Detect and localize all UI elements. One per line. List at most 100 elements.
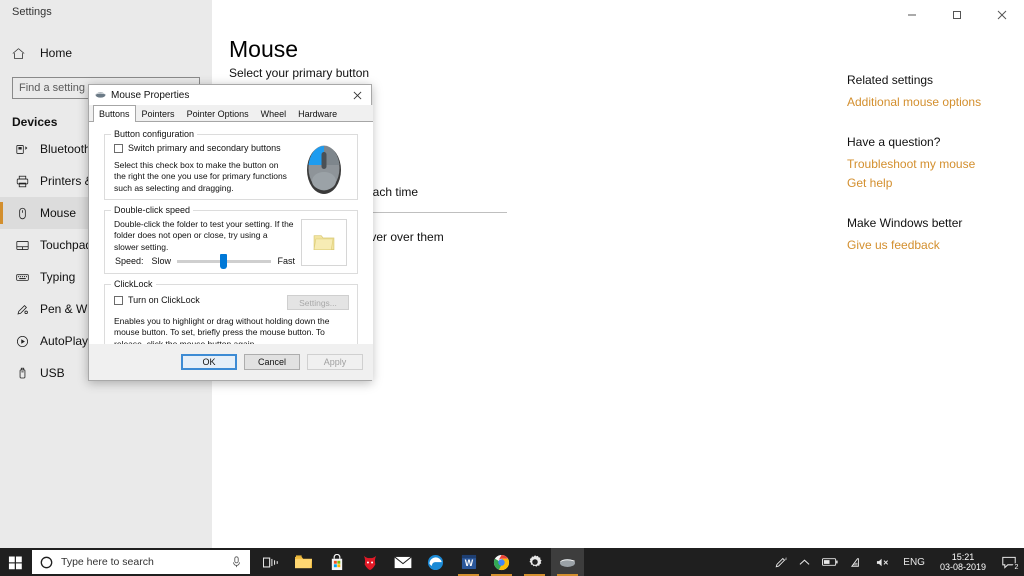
sidebar-item-label: Mouse: [40, 206, 76, 220]
dialog-body: Button configuration Switch primary and …: [89, 122, 373, 346]
window-title: Settings: [12, 6, 52, 18]
double-click-slider-row: Speed: Slow Fast: [115, 256, 295, 266]
button-configuration-group: Button configuration Switch primary and …: [104, 134, 358, 200]
settings-icon[interactable]: [518, 548, 551, 576]
rail-group: Related settings Additional mouse options: [847, 73, 1024, 109]
double-click-speed-group: Double-click speed Double-click the fold…: [104, 210, 358, 274]
chevron-up-icon[interactable]: [793, 548, 816, 576]
mail-icon[interactable]: [386, 548, 419, 576]
dialog-title: Mouse Properties: [111, 90, 189, 101]
minimize-button[interactable]: [889, 0, 934, 30]
switch-buttons-label: Switch primary and secondary buttons: [128, 143, 281, 153]
window-controls: [889, 0, 1024, 30]
autoplay-icon: [12, 335, 32, 348]
tab-pointer-options[interactable]: Pointer Options: [181, 105, 255, 121]
speed-label: Speed:: [115, 256, 144, 266]
battery-icon[interactable]: [816, 548, 844, 576]
microsoft-edge-icon[interactable]: [419, 548, 452, 576]
rail-link-get-help[interactable]: Get help: [847, 176, 1024, 190]
slow-label: Slow: [152, 256, 172, 266]
task-view-button[interactable]: [254, 548, 287, 576]
mouse-properties-dialog: Mouse Properties ButtonsPointersPointer …: [88, 84, 372, 381]
svg-text:A: A: [785, 556, 787, 561]
notification-badge: 2: [1012, 563, 1021, 572]
clock[interactable]: 15:21 03-08-2019: [932, 548, 994, 576]
language-indicator[interactable]: ENG: [896, 548, 932, 576]
rail-group: Have a question? Troubleshoot my mouse Get…: [847, 135, 1024, 190]
bluetooth-devices-icon: [12, 143, 32, 156]
content-divider: [362, 212, 507, 213]
slider-thumb[interactable]: [220, 254, 227, 269]
rail-group: Make Windows better Give us feedback: [847, 216, 1024, 252]
start-button[interactable]: [0, 548, 30, 576]
touchpad-icon: [12, 239, 32, 252]
double-click-test-area[interactable]: [301, 219, 347, 266]
antivirus-icon[interactable]: [353, 548, 386, 576]
maximize-button[interactable]: [934, 0, 979, 30]
microphone-icon[interactable]: [231, 556, 242, 568]
fast-label: Fast: [277, 256, 295, 266]
dialog-tab-bar: ButtonsPointersPointer OptionsWheelHardw…: [89, 105, 373, 122]
home-icon: [12, 47, 32, 60]
rail-heading: Have a question?: [847, 135, 1024, 149]
button-configuration-description: Select this check box to make the button…: [114, 160, 289, 194]
screen: Settings Home: [0, 0, 1024, 576]
printer-icon: [12, 175, 32, 188]
volume-muted-icon[interactable]: [870, 548, 896, 576]
svg-text:W: W: [464, 558, 473, 568]
pen-icon: [12, 303, 32, 316]
keyboard-icon: [12, 271, 32, 284]
windows-logo-icon: [8, 555, 23, 570]
mouse-illustration-icon: [303, 141, 345, 196]
sidebar-item-label: Touchpad: [40, 238, 92, 252]
file-explorer-icon[interactable]: [287, 548, 320, 576]
double-click-speed-description: Double-click the folder to test your set…: [114, 219, 294, 253]
rail-link-give-us-feedback[interactable]: Give us feedback: [847, 238, 1024, 252]
rail-heading: Make Windows better: [847, 216, 1024, 230]
cancel-button[interactable]: Cancel: [244, 354, 300, 370]
chrome-icon[interactable]: [485, 548, 518, 576]
switch-buttons-checkbox[interactable]: [114, 144, 123, 153]
clock-time: 15:21: [952, 552, 975, 562]
double-click-speed-slider[interactable]: [177, 260, 271, 263]
mouse-properties-taskbar-icon[interactable]: [551, 548, 584, 576]
button-configuration-label: Button configuration: [111, 129, 197, 139]
rail-heading: Related settings: [847, 73, 1024, 87]
tab-wheel[interactable]: Wheel: [255, 105, 293, 121]
dialog-titlebar: Mouse Properties: [89, 85, 371, 105]
rail-link-additional-mouse-options[interactable]: Additional mouse options: [847, 95, 1024, 109]
clicklock-label: ClickLock: [111, 279, 156, 289]
microsoft-store-icon[interactable]: [320, 548, 353, 576]
related-settings-rail: Related settings Additional mouse options…: [847, 30, 1024, 278]
wifi-icon[interactable]: [844, 548, 870, 576]
action-center-button[interactable]: 2: [994, 548, 1024, 576]
window-titlebar: Settings: [0, 0, 1024, 30]
clicklock-group: ClickLock Turn on ClickLock Settings... …: [104, 284, 358, 346]
tab-hardware[interactable]: Hardware: [292, 105, 343, 121]
taskbar-search-box[interactable]: Type here to search: [32, 550, 250, 574]
word-icon[interactable]: W: [452, 548, 485, 576]
pen-workspace-icon[interactable]: A: [768, 548, 793, 576]
sidebar-item-label: Typing: [40, 270, 75, 284]
clicklock-settings-button[interactable]: Settings...: [287, 295, 349, 310]
page-title: Mouse: [229, 36, 298, 63]
close-button[interactable]: [979, 0, 1024, 30]
tab-buttons[interactable]: Buttons: [93, 105, 136, 122]
sidebar-item-label: USB: [40, 366, 65, 380]
switch-buttons-checkbox-row[interactable]: Switch primary and secondary buttons: [114, 143, 289, 153]
dialog-footer: OK Cancel Apply: [89, 344, 373, 380]
clicklock-checkbox-row[interactable]: Turn on ClickLock: [114, 295, 200, 305]
rail-link-troubleshoot-my-mouse[interactable]: Troubleshoot my mouse: [847, 157, 1024, 171]
clock-date: 03-08-2019: [940, 562, 986, 572]
mouse-icon: [12, 207, 32, 220]
mouse-icon: [95, 91, 106, 99]
cortana-icon: [40, 556, 53, 569]
sidebar-item-home[interactable]: Home: [0, 37, 212, 69]
apply-button[interactable]: Apply: [307, 354, 363, 370]
sidebar-home-label: Home: [40, 46, 72, 60]
ok-button[interactable]: OK: [181, 354, 237, 370]
dialog-close-icon[interactable]: [343, 85, 371, 105]
folder-icon: [313, 233, 335, 252]
clicklock-checkbox[interactable]: [114, 296, 123, 305]
tab-pointers[interactable]: Pointers: [136, 105, 181, 121]
